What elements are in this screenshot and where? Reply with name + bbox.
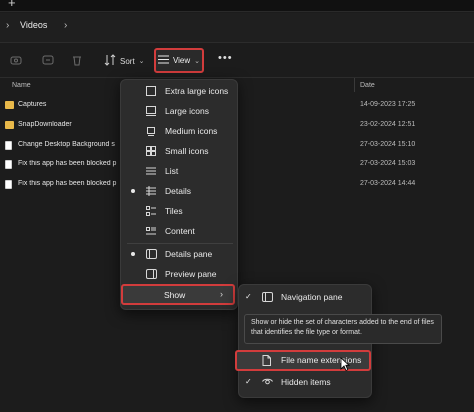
menu-item-content[interactable]: Content [121,221,239,241]
file-date: 23-02-2024 12:51 [360,121,416,128]
extra-large-icons-icon [146,86,156,96]
menu-item-navigation-pane-label: Navigation pane [281,292,343,302]
address-bar [0,13,474,43]
column-header-date[interactable]: Date [360,82,375,89]
medium-icons-icon [146,126,156,136]
menu-item-hidden-items-label: Hidden items [281,377,331,387]
file-icon [262,355,271,368]
breadcrumb-chevron-icon[interactable]: › [64,20,67,31]
list-icon [146,166,156,176]
content-icon [146,226,156,236]
column-header-name[interactable]: Name [12,82,31,89]
menu-item-preview-pane[interactable]: Preview pane [121,264,239,284]
details-icon [146,186,156,196]
document-icon [5,141,12,150]
file-name: Change Desktop Background s [18,141,115,148]
mouse-cursor-icon [340,357,351,373]
share-icon[interactable] [10,54,22,69]
tab-strip [0,0,474,12]
preview-pane-icon [146,269,157,279]
document-icon [5,160,12,169]
menu-item-extra-large-icons[interactable]: Extra large icons [121,81,239,101]
menu-item-large-icons[interactable]: Large icons [121,101,239,121]
file-name: Fix this app has been blocked p [18,160,117,167]
file-date: 27-03-2024 14:44 [360,180,416,187]
view-button[interactable]: View ⌄ [154,48,204,73]
eye-icon [262,377,273,388]
document-icon [5,180,12,189]
selected-bullet-icon [131,189,135,193]
file-date: 27-03-2024 15:03 [360,160,416,167]
check-icon: ✓ [245,292,252,301]
menu-item-list[interactable]: List [121,161,239,181]
folder-icon [5,101,14,109]
check-icon: ✓ [245,377,252,386]
menu-item-medium-icons[interactable]: Medium icons [121,121,239,141]
menu-item-details[interactable]: Details [121,181,239,201]
chevron-down-icon: ⌄ [194,57,201,65]
view-icon [157,55,169,66]
chevron-right-icon: › [220,289,223,299]
view-menu: Extra large icons Large icons Medium ico… [120,79,238,310]
new-tab-button[interactable]: + [8,0,16,10]
menu-item-show-label: Show [164,290,186,300]
folder-icon [5,121,14,129]
tooltip: Show or hide the set of characters added… [244,314,442,344]
file-date: 27-03-2024 15:10 [360,141,416,148]
more-options-button[interactable]: ••• [218,52,233,64]
view-label: View [172,56,191,65]
file-date: 14-09-2023 17:25 [360,101,416,108]
navigation-pane-icon [262,292,273,304]
menu-item-tiles[interactable]: Tiles [121,201,239,221]
menu-item-details-pane[interactable]: Details pane [121,244,239,264]
breadcrumb-videos[interactable]: Videos [20,20,47,30]
details-pane-icon [146,249,157,259]
rename-icon[interactable] [42,54,54,69]
menu-item-small-icons[interactable]: Small icons [121,141,239,161]
large-icons-icon [146,106,156,116]
small-icons-icon [146,146,156,156]
selected-bullet-icon [131,252,135,256]
sort-label: Sort [120,56,135,66]
tiles-icon [146,206,156,216]
file-name: SnapDownloader [18,121,72,128]
chevron-down-icon: ⌄ [138,58,145,65]
sort-icon [104,54,116,68]
file-name: Fix this app has been blocked p [18,180,117,187]
file-name: Captures [18,101,47,108]
breadcrumb-chevron-icon[interactable]: › [6,20,9,31]
column-divider[interactable] [354,78,355,92]
delete-icon[interactable] [71,54,83,69]
sort-button[interactable]: Sort ⌄ [100,50,149,72]
